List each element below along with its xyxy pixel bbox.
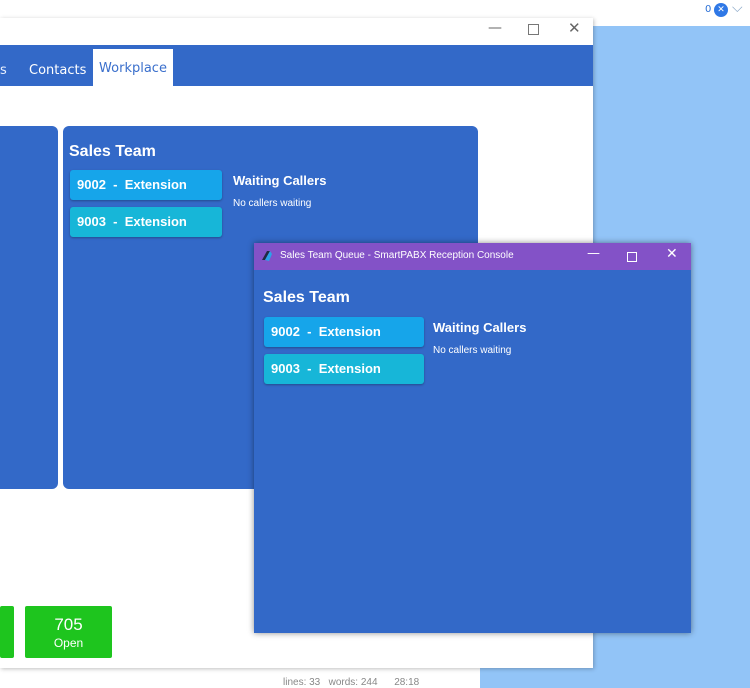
tray-badge: 0	[705, 4, 712, 15]
extension-number: 9003	[271, 361, 300, 376]
popup-titlebar[interactable]: Sales Team Queue - SmartPABX Reception C…	[254, 243, 691, 270]
status-words: words: 244	[328, 677, 378, 688]
extension-type: Extension	[318, 361, 381, 376]
minimize-button[interactable]: —	[488, 20, 502, 36]
queue-title: Sales Team	[69, 143, 156, 160]
status-lines: lines: 33	[283, 677, 321, 688]
tray-chevron-icon[interactable]: ⌵	[732, 0, 743, 16]
maximize-button[interactable]	[528, 24, 539, 35]
tile-label: Open	[53, 636, 84, 650]
extension-type: Extension	[318, 324, 381, 339]
close-button[interactable]: ✕	[568, 19, 581, 37]
editor-status-bar: lines: 33 words: 244 28:18	[283, 677, 419, 688]
tab-contacts[interactable]: Contacts	[29, 63, 86, 78]
status-tile-partial[interactable]	[0, 606, 14, 658]
tray-close-icon[interactable]: ✕	[714, 3, 728, 17]
extension-separator: -	[299, 361, 319, 376]
extension-separator: -	[105, 214, 125, 229]
waiting-callers-status: No callers waiting	[433, 345, 512, 356]
popup-close-button[interactable]: ✕	[666, 246, 678, 262]
extension-type: Extension	[124, 214, 187, 229]
extension-number: 9002	[77, 177, 106, 192]
queue-title: Sales Team	[263, 289, 350, 306]
extension-button[interactable]: 9002 - Extension	[264, 317, 424, 347]
status-time: 28:18	[394, 677, 420, 688]
extension-separator: -	[299, 324, 319, 339]
app-logo-icon	[262, 251, 272, 261]
extension-button[interactable]: 9002 - Extension	[70, 170, 222, 200]
queue-popup-window: Sales Team Queue - SmartPABX Reception C…	[254, 243, 691, 633]
tab-workplace[interactable]: Workplace	[93, 49, 173, 86]
waiting-callers-title: Waiting Callers	[233, 173, 327, 188]
extension-number: 9002	[271, 324, 300, 339]
popup-minimize-button[interactable]: —	[587, 246, 600, 261]
extension-type: Extension	[124, 177, 187, 192]
waiting-callers-title: Waiting Callers	[433, 320, 527, 335]
extension-button[interactable]: 9003 - Extension	[264, 354, 424, 384]
tab-bar	[0, 45, 593, 86]
extension-button[interactable]: 9003 - Extension	[70, 207, 222, 237]
status-tile[interactable]: 705 Open	[25, 606, 112, 658]
tab-partial[interactable]: s	[0, 63, 7, 78]
extension-separator: -	[105, 177, 125, 192]
extension-number: 9003	[77, 214, 106, 229]
popup-maximize-button[interactable]	[627, 252, 637, 262]
popup-title: Sales Team Queue - SmartPABX Reception C…	[280, 250, 514, 261]
tile-value: 705	[54, 615, 83, 634]
queue-panel-left	[0, 126, 58, 489]
waiting-callers-status: No callers waiting	[233, 198, 312, 209]
